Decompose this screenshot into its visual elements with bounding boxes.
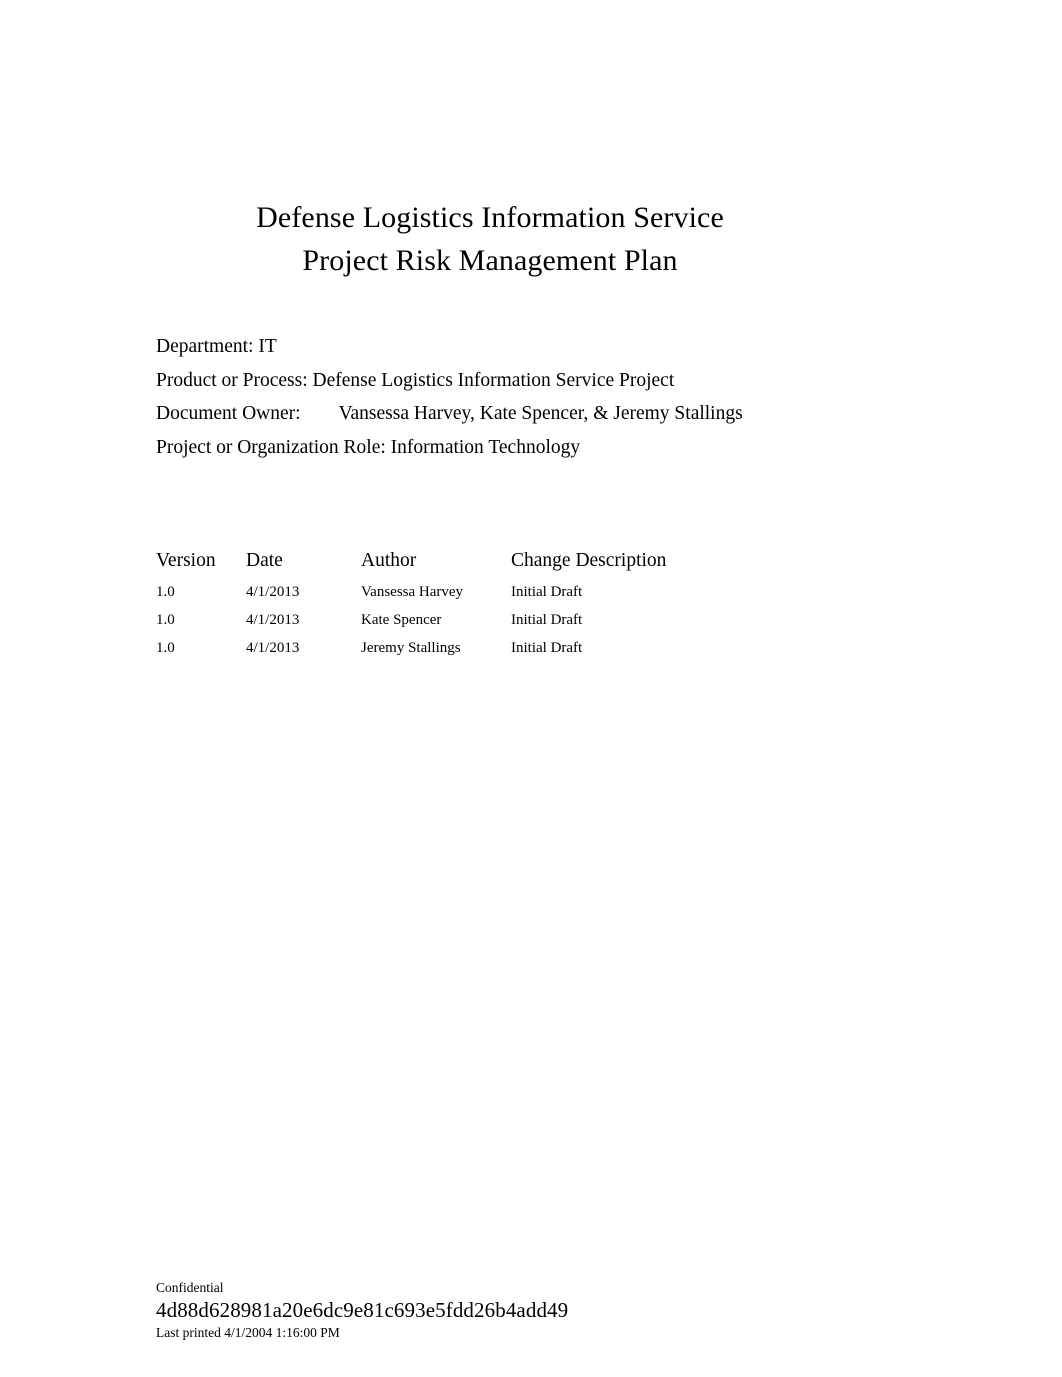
document-page: Defense Logistics Information Service Pr… bbox=[0, 0, 1062, 1377]
metadata-value-document-owner: Vansessa Harvey, Kate Spencer, & Jeremy … bbox=[338, 403, 743, 424]
cell-author: Kate Spencer bbox=[361, 612, 442, 628]
page-footer: Confidential 4d88d628981a20e6dc9e81c693e… bbox=[156, 1278, 916, 1342]
metadata-value-department: IT bbox=[258, 336, 277, 357]
metadata-row-document-owner: Document Owner: Vansessa Harvey, Kate Spe… bbox=[156, 397, 936, 431]
revision-history-table: Version Date Author Change Description 1… bbox=[156, 549, 716, 662]
metadata-row-department: Department: IT bbox=[156, 330, 936, 364]
footer-document-hash: 4d88d628981a20e6dc9e81c693e5fdd26b4add49 bbox=[156, 1298, 569, 1322]
cell-author: Jeremy Stallings bbox=[361, 640, 461, 656]
metadata-value-product-or-process: Defense Logistics Information Service Pr… bbox=[312, 369, 675, 391]
cell-date: 4/1/2013 bbox=[246, 612, 300, 628]
table-row: 1.0 4/1/2013 Jeremy Stallings Initial Dr… bbox=[156, 634, 716, 662]
footer-last-printed: Last printed 4/1/2004 1:16:00 PM bbox=[156, 1325, 340, 1340]
page-title: Defense Logistics Information Service Pr… bbox=[156, 196, 824, 282]
title-line-2: Project Risk Management Plan bbox=[302, 244, 678, 277]
cell-change-description: Initial Draft bbox=[511, 612, 583, 628]
column-header-change-description: Change Description bbox=[511, 550, 667, 571]
metadata-label-department: Department: bbox=[156, 336, 254, 357]
cell-version: 1.0 bbox=[156, 612, 175, 628]
cell-change-description: Initial Draft bbox=[511, 640, 583, 656]
metadata-row-project-role: Project or Organization Role: Informatio… bbox=[156, 431, 936, 465]
footer-classification: Confidential bbox=[156, 1280, 224, 1295]
metadata-row-product-or-process: Product or Process: Defense Logistics In… bbox=[156, 364, 936, 398]
metadata-value-project-role: Information Technology bbox=[390, 436, 581, 458]
column-header-version: Version bbox=[156, 550, 216, 571]
table-row: 1.0 4/1/2013 Kate Spencer Initial Draft bbox=[156, 606, 716, 634]
cell-author: Vansessa Harvey bbox=[361, 584, 464, 600]
table-row: 1.0 4/1/2013 Vansessa Harvey Initial Dra… bbox=[156, 578, 716, 606]
metadata-label-product-or-process: Product or Process: bbox=[156, 369, 308, 391]
cell-version: 1.0 bbox=[156, 640, 175, 656]
title-line-1: Defense Logistics Information Service bbox=[256, 201, 724, 234]
cell-version: 1.0 bbox=[156, 584, 175, 600]
metadata-label-project-role: Project or Organization Role: bbox=[156, 436, 386, 458]
table-header-row: Version Date Author Change Description bbox=[156, 549, 716, 578]
column-header-date: Date bbox=[246, 550, 283, 571]
document-metadata: Department: IT Product or Process: Defen… bbox=[156, 330, 936, 464]
metadata-label-document-owner: Document Owner: bbox=[156, 403, 301, 424]
column-header-author: Author bbox=[361, 550, 417, 571]
cell-date: 4/1/2013 bbox=[246, 584, 300, 600]
cell-date: 4/1/2013 bbox=[246, 640, 300, 656]
cell-change-description: Initial Draft bbox=[511, 584, 583, 600]
